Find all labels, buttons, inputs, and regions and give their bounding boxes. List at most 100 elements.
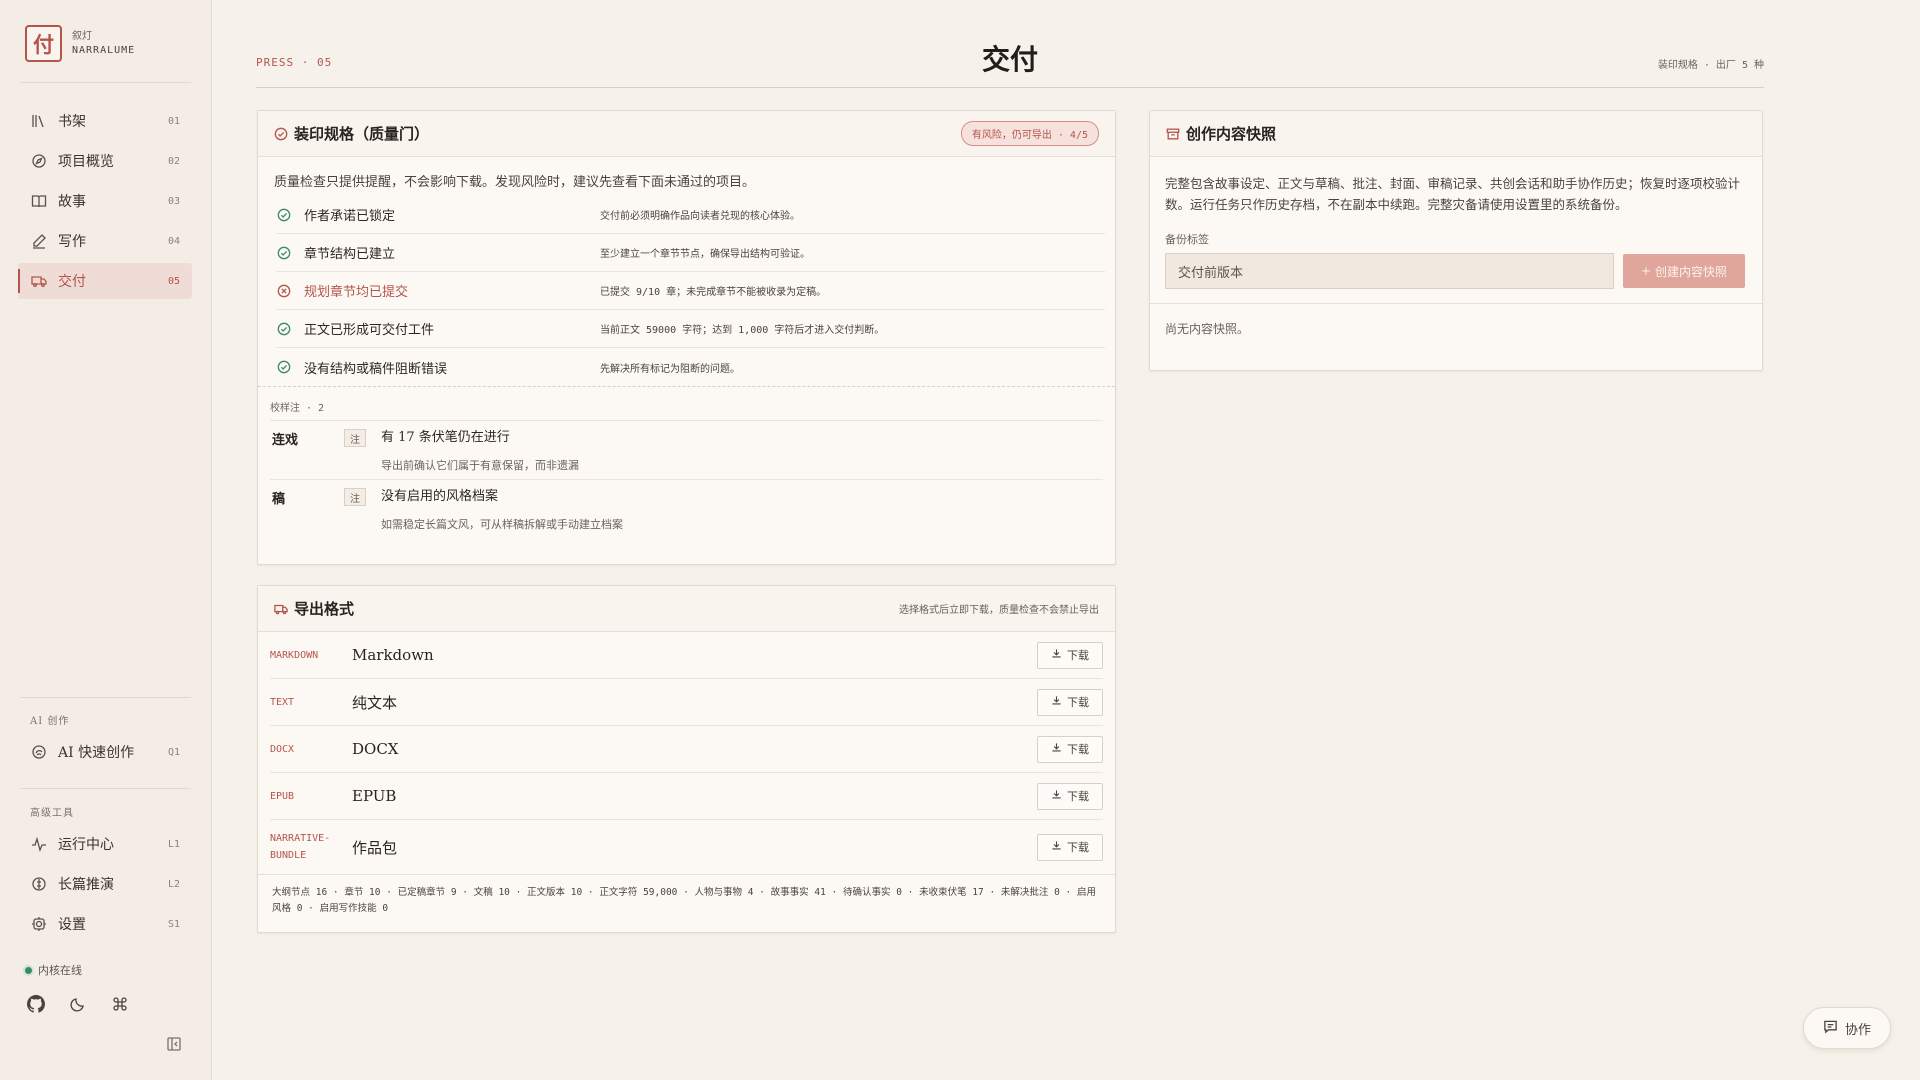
nav-code: 05 — [167, 275, 180, 287]
check-row: 没有结构或稿件阻断错误 先解决所有标记为阻断的问题。 — [276, 348, 1105, 386]
check-desc: 至少建立一个章节节点，确保导出结构可验证。 — [600, 249, 810, 260]
export-title: 导出格式 — [294, 600, 355, 618]
nav-label: 书架 — [58, 114, 86, 130]
check-row: 正文已形成可交付工件 当前正文 59000 字符；达到 1,000 字符后才进入… — [276, 310, 1105, 348]
nav-code: S1 — [167, 918, 180, 930]
pass-icon — [276, 321, 292, 337]
download-button[interactable]: 下载 — [1037, 735, 1103, 763]
check-desc: 已提交 9/10 章；未完成章节不能被收录为定稿。 — [600, 287, 827, 298]
page-header: PRESS · 05 交付 装印规格 · 出厂 5 种 — [256, 38, 1764, 88]
compass-icon — [30, 152, 48, 170]
nav-item-long-form[interactable]: 长篇推演 L2 — [18, 866, 192, 902]
format-row: MARKDOWN Markdown 下载 — [270, 632, 1103, 679]
backup-label-input[interactable]: 交付前版本 — [1165, 253, 1614, 289]
nav-item-story[interactable]: 故事 03 — [18, 183, 192, 219]
create-snapshot-label: 创建内容快照 — [1655, 264, 1728, 279]
spark-icon — [30, 743, 48, 761]
format-name: 纯文本 — [352, 693, 398, 712]
nav-label: 交付 — [58, 274, 86, 290]
nav-label: 运行中心 — [58, 837, 114, 853]
create-snapshot-button[interactable]: + 创建内容快照 — [1623, 254, 1745, 288]
nav-item-bookshelf[interactable]: 书架 01 — [18, 103, 192, 139]
pass-icon — [276, 359, 292, 375]
nav-label: AI 快速创作 — [58, 745, 135, 761]
quality-gate-intro: 质量检查只提供提醒，不会影响下载。发现风险时，建议先查看下面未通过的项目。 — [274, 175, 756, 190]
footer-actions — [25, 993, 131, 1015]
format-name: DOCX — [352, 740, 399, 758]
kernel-status: 内核在线 — [25, 962, 82, 978]
main-nav: 书架 01 项目概览 02 故事 03 写作 04 交付 05 — [18, 103, 192, 303]
check-desc: 先解决所有标记为阻断的问题。 — [600, 363, 740, 375]
quality-gate-card: 装印规格（质量门） 有风险，仍可导出 · 4/5 质量检查只提供提醒，不会影响下… — [257, 110, 1116, 565]
format-name: 作品包 — [352, 838, 398, 857]
download-icon — [1051, 648, 1062, 662]
download-button[interactable]: 下载 — [1037, 782, 1103, 810]
sidebar: 付 叙灯 NARRALUME 书架 01 项目概览 02 故事 03 写作 04 — [0, 0, 212, 1080]
section-title-tools: 高级工具 — [30, 808, 74, 819]
pass-icon — [276, 245, 292, 261]
download-icon — [1051, 742, 1062, 756]
fail-icon — [276, 283, 292, 299]
download-button[interactable]: 下载 — [1037, 833, 1103, 861]
check-name: 正文已形成可交付工件 — [304, 323, 435, 338]
status-dot — [25, 966, 32, 974]
format-name: Markdown — [352, 646, 434, 664]
note-text: 没有启用的风格档案 — [381, 489, 499, 504]
collaborate-label: 协作 — [1844, 1022, 1871, 1038]
format-code: NARRATIVE- BUNDLE — [270, 833, 331, 861]
check-desc: 交付前必须明确作品向读者兑现的核心体验。 — [600, 211, 800, 222]
collaborate-button[interactable]: 协作 — [1803, 1007, 1891, 1049]
check-desc: 当前正文 59000 字符；达到 1,000 字符后才进入交付判断。 — [600, 325, 885, 336]
format-code: MARKDOWN — [270, 649, 319, 661]
snapshot-title: 创作内容快照 — [1186, 125, 1277, 143]
page-title: 交付 — [981, 43, 1038, 76]
kernel-status-label: 内核在线 — [38, 964, 82, 977]
export-card: 导出格式 选择格式后立即下载，质量检查不会禁止导出 MARKDOWN Markd… — [257, 585, 1116, 933]
nav-label: 项目概览 — [58, 154, 114, 170]
github-icon[interactable] — [25, 993, 47, 1015]
proof-note: 连戏 注 有 17 条伏笔仍在进行 导出前确认它们属于有意保留，而非遗漏 — [270, 421, 1103, 480]
nav-code: 03 — [167, 195, 180, 207]
nav-item-overview[interactable]: 项目概览 02 — [18, 143, 192, 179]
nav-item-write[interactable]: 写作 04 — [18, 223, 192, 259]
export-note: 选择格式后立即下载，质量检查不会禁止导出 — [899, 605, 1099, 616]
download-label: 下载 — [1067, 841, 1089, 854]
brand[interactable]: 付 叙灯 NARRALUME — [25, 25, 135, 62]
nav-item-ai-quick[interactable]: AI 快速创作 Q1 — [18, 734, 192, 770]
command-icon[interactable] — [109, 993, 131, 1015]
nav-code: L2 — [167, 878, 180, 890]
proof-notes-title: 校样注 · 2 — [270, 399, 1103, 421]
check-name: 规划章节均已提交 — [304, 285, 409, 300]
check-list: 作者承诺已锁定 交付前必须明确作品向读者兑现的核心体验。 章节结构已建立 至少建… — [258, 196, 1115, 386]
check-name: 作者承诺已锁定 — [304, 209, 396, 224]
nav-code: 02 — [167, 155, 180, 167]
download-label: 下载 — [1067, 790, 1089, 803]
note-sub: 如需稳定长篇文风，可从样稿拆解或手动建立档案 — [381, 518, 623, 531]
check-circle-icon — [274, 127, 288, 141]
brand-logo: 付 — [25, 25, 62, 62]
download-label: 下载 — [1067, 696, 1089, 709]
note-chip: 注 — [344, 429, 366, 447]
export-header: 导出格式 选择格式后立即下载，质量检查不会禁止导出 — [258, 586, 1115, 632]
nav-item-settings[interactable]: 设置 S1 — [18, 906, 192, 942]
nav-label: 设置 — [58, 917, 86, 933]
divider — [20, 82, 191, 83]
format-code: DOCX — [270, 743, 295, 755]
check-row: 章节结构已建立 至少建立一个章节节点，确保导出结构可验证。 — [276, 234, 1105, 272]
ai-nav: AI 快速创作 Q1 — [18, 734, 192, 774]
moon-icon[interactable] — [67, 993, 89, 1015]
note-sub: 导出前确认它们属于有意保留，而非遗漏 — [381, 459, 579, 472]
nav-item-delivery[interactable]: 交付 05 — [18, 263, 192, 299]
sidebar-collapse-icon[interactable] — [166, 1036, 182, 1056]
download-button[interactable]: 下载 — [1037, 641, 1103, 669]
nav-label: 写作 — [58, 234, 86, 250]
download-button[interactable]: 下载 — [1037, 688, 1103, 716]
note-chip: 注 — [344, 488, 366, 506]
snapshot-desc: 完整包含故事设定、正文与草稿、批注、封面、审稿记录、共创会话和助手协作历史；恢复… — [1165, 176, 1741, 212]
nav-item-run-center[interactable]: 运行中心 L1 — [18, 826, 192, 862]
truck-icon — [30, 272, 48, 290]
note-tag: 连戏 — [272, 433, 299, 448]
format-row: NARRATIVE- BUNDLE 作品包 下载 — [270, 820, 1103, 874]
divider — [20, 788, 191, 789]
nav-code: 04 — [167, 235, 180, 247]
